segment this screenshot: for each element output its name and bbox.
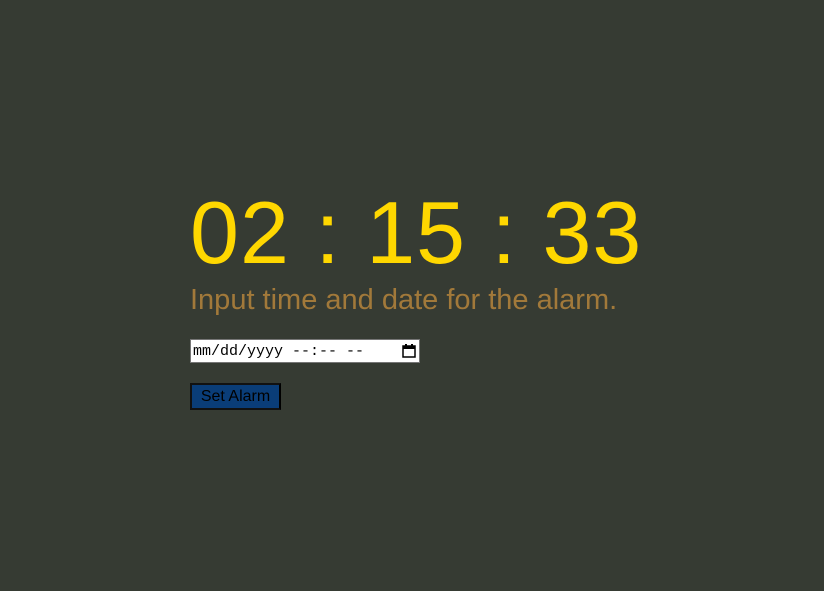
- alarm-panel: 02 : 15 : 33 Input time and date for the…: [190, 183, 642, 410]
- datetime-placeholder: mm/dd/yyyy --:-- --: [193, 342, 365, 360]
- datetime-input[interactable]: mm/dd/yyyy --:-- --: [190, 339, 420, 363]
- set-alarm-button[interactable]: Set Alarm: [190, 383, 281, 410]
- clock-display: 02 : 15 : 33: [190, 183, 643, 282]
- calendar-icon[interactable]: [402, 344, 416, 358]
- instruction-text: Input time and date for the alarm.: [190, 284, 618, 316]
